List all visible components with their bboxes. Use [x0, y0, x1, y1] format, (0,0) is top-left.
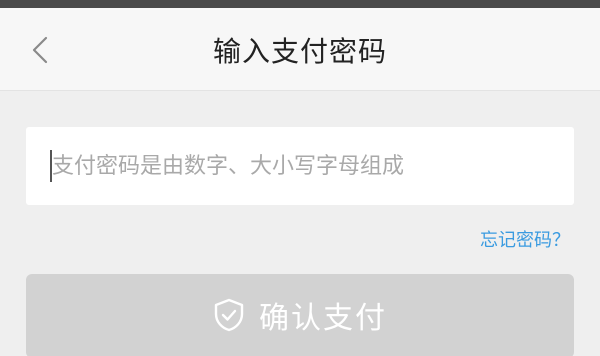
payment-password-input[interactable]	[52, 146, 552, 186]
confirm-payment-button[interactable]: 确认支付	[26, 274, 574, 356]
payment-password-screen: 输入支付密码 忘记密码？ 确认支付	[0, 0, 600, 356]
confirm-payment-label: 确认支付	[259, 301, 387, 336]
confirm-button-content: 确认支付	[213, 293, 387, 337]
navigation-bar: 输入支付密码	[0, 8, 600, 91]
status-bar	[0, 0, 600, 8]
shield-check-icon	[214, 298, 244, 332]
page-title: 输入支付密码	[212, 35, 387, 68]
forgot-password-link[interactable]: 忘记密码？	[480, 226, 570, 252]
